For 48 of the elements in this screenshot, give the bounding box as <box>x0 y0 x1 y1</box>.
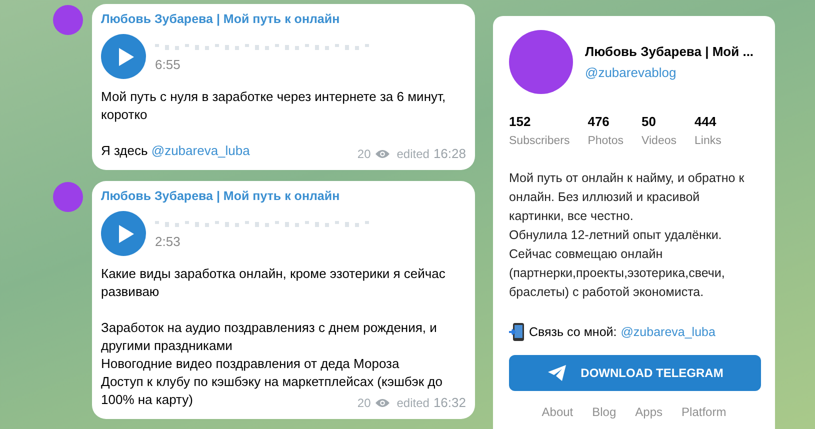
channel-name: Любовь Зубарева | Мой ... <box>585 44 754 59</box>
audio-duration: 2:53 <box>155 232 182 250</box>
stat-label: Videos <box>642 135 676 147</box>
stat-value: 476 <box>588 114 610 129</box>
edited-label: edited <box>396 146 430 163</box>
play-icon <box>116 224 134 244</box>
message-text: Новогодние видео поздравления от деда Мороза <box>101 356 400 371</box>
view-count: 20 <box>357 395 371 412</box>
channel-description: Сейчас совмещаю онлайн (партнерки,проекты,эзотерика,свечи, браслеты) с работой экономиста. <box>509 246 726 301</box>
stat-label: Photos <box>588 135 624 147</box>
stat-value: 444 <box>694 114 718 129</box>
channel-username[interactable]: @zubarevablog <box>585 65 676 80</box>
view-count: 20 <box>357 146 371 163</box>
message-text: Заработок на аудио поздравленияз с днем рождения, и другими праздниками <box>101 320 437 353</box>
audio-duration: 6:55 <box>155 56 182 74</box>
download-button[interactable]: DOWNLOAD TELEGRAM <box>509 355 761 391</box>
avatar[interactable] <box>53 182 83 212</box>
author-name[interactable]: Любовь Зубарева | Мой путь к онлайн <box>101 10 465 28</box>
footer-link[interactable]: Blog <box>592 405 616 419</box>
paper-plane-icon <box>546 364 567 382</box>
avatar[interactable] <box>53 5 83 35</box>
footer-link[interactable]: Apps <box>635 405 663 419</box>
eye-icon <box>374 149 390 159</box>
footer-link[interactable]: Platform <box>682 405 726 419</box>
channel-description: Мой путь от онлайн к найму, и обратно к онлайн. Без иллюзий и красивой картинки, все честно. <box>509 170 745 225</box>
author-name[interactable]: Любовь Зубарева | Мой путь к онлайн <box>101 187 465 205</box>
phone-icon <box>509 322 525 342</box>
stat-value: 50 <box>642 114 657 129</box>
play-button[interactable] <box>101 211 146 256</box>
message-time: 16:28 <box>433 145 466 163</box>
channel-description: Обнулила 12-летний опыт удалёнки. <box>509 227 723 244</box>
username-link[interactable]: @zubareva_luba <box>151 143 250 158</box>
message-text: Мой путь с нуля в заработке через интернете за 6 минут, коротко <box>101 89 446 122</box>
play-button[interactable] <box>101 34 146 79</box>
contact-text: Связь со мной: <box>529 325 617 339</box>
contact-link[interactable]: @zubareva_luba <box>620 325 716 339</box>
eye-icon <box>374 398 390 408</box>
message-text: Я здесь <box>101 143 149 158</box>
stat-label: Links <box>694 135 722 147</box>
stat-value: 152 <box>509 114 532 129</box>
edited-label: edited <box>396 395 430 412</box>
message-text: Какие виды заработка онлайн, кроме эзотерики я сейчас развиваю <box>101 266 446 299</box>
message-time: 16:32 <box>433 394 466 412</box>
stat-label: Subscribers <box>509 135 570 147</box>
message-text: Доступ к клубу по кэшбэку на маркетплейсах (кэшбэк до <box>101 374 442 389</box>
play-icon <box>116 46 134 66</box>
footer-link[interactable]: About <box>542 405 574 419</box>
message-text: 100% на карту) <box>101 392 193 407</box>
